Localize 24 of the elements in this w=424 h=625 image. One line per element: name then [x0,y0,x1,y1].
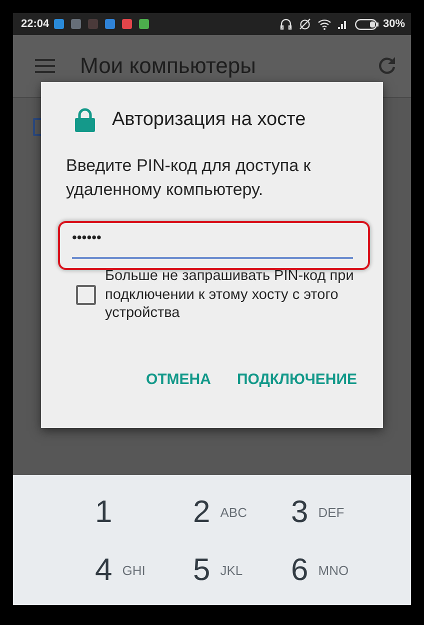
app-icon [139,19,150,29]
keypad-key[interactable]: 5 JKL [193,541,291,599]
lock-icon [75,108,95,132]
headphones-icon [280,18,292,30]
keypad-key[interactable]: 1 [95,483,193,541]
keypad-key[interactable]: 6 MNO [291,541,389,599]
dialog-message: Введите PIN-код для доступа к удаленному компьютеру. [66,155,312,201]
screen-title: Мои компьютеры [80,53,256,79]
app-icon [71,19,82,29]
signal-icon [338,19,348,29]
checkbox-label: Больше не запрашивать PIN-код при подключении к этому хосту с этого устройства [105,267,355,322]
keypad-key[interactable]: 4 GHI [95,541,193,599]
dialog-title: Авторизация на хосте [112,109,306,131]
checkbox[interactable] [76,284,96,305]
pin-field[interactable]: •••••• [72,224,353,259]
clock-text: 22:04 [21,18,50,30]
refresh-icon[interactable] [377,56,397,76]
menu-icon[interactable] [35,58,55,74]
keypad-key[interactable]: 3 DEF [291,483,389,541]
keypad-key[interactable]: 2 ABC [193,483,291,541]
battery-percent: 30% [382,18,405,30]
wifi-icon [318,18,331,30]
alarm-off-icon [298,18,311,30]
battery-icon [354,18,379,30]
